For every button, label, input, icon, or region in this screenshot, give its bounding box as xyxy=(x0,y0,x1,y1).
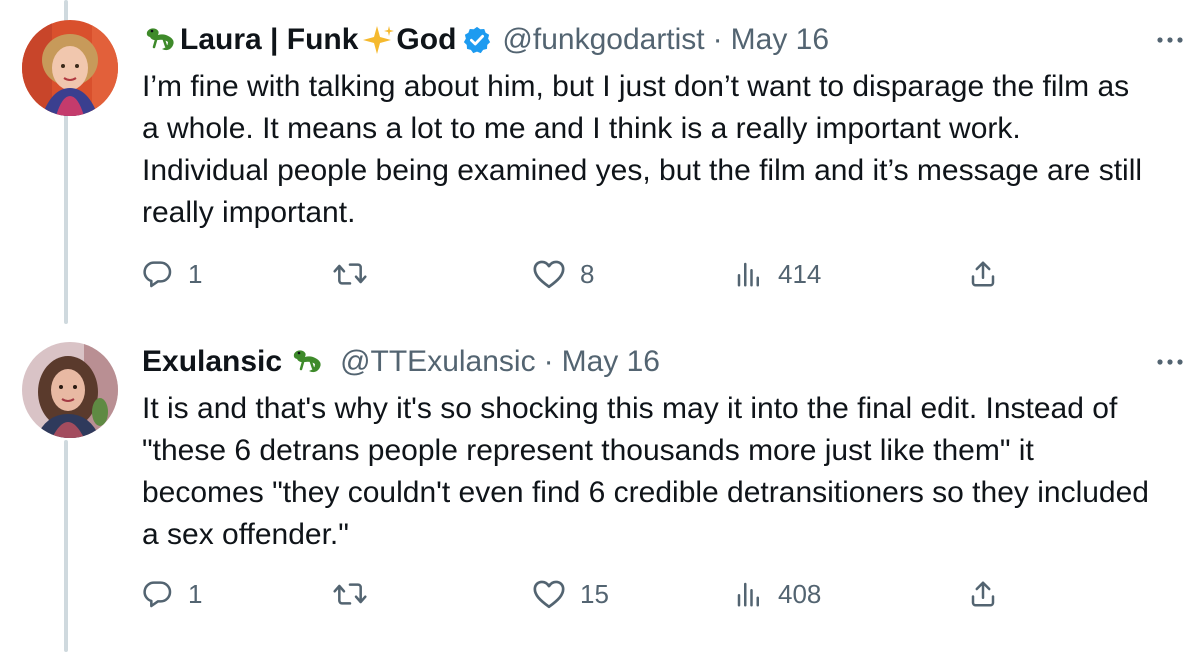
reply-icon xyxy=(142,578,174,610)
like-count: 8 xyxy=(580,258,595,289)
timestamp[interactable]: May 16 xyxy=(562,345,660,379)
like-button[interactable]: 15 xyxy=(532,574,609,614)
thread-line-lower xyxy=(64,440,68,652)
reply-button[interactable]: 1 xyxy=(142,254,202,294)
tweet-body: Laura | Funk God @funkgodartist · May 16 xyxy=(142,16,1183,234)
tweet-body: Exulansic @TTExulansic · May 16 It is an… xyxy=(142,338,1183,556)
views-button[interactable]: 408 xyxy=(734,574,821,614)
reply-count: 1 xyxy=(188,578,203,609)
share-icon xyxy=(968,578,998,610)
tweet-header: Laura | Funk God @funkgodartist · May 16 xyxy=(142,16,1183,64)
views-icon xyxy=(734,579,764,609)
reply-count: 1 xyxy=(188,258,203,289)
share-icon xyxy=(968,258,998,290)
handle[interactable]: @TTExulansic xyxy=(340,345,536,379)
tweet-actions: 1 15 408 xyxy=(142,574,1022,614)
like-count: 15 xyxy=(580,578,609,609)
verified-badge-icon xyxy=(462,25,492,55)
reply-icon xyxy=(142,258,174,290)
views-button[interactable]: 414 xyxy=(734,254,821,294)
like-button[interactable]: 8 xyxy=(532,254,594,294)
separator-dot: · xyxy=(543,345,554,378)
tweet-header: Exulansic @TTExulansic · May 16 xyxy=(142,338,1183,386)
views-icon xyxy=(734,259,764,289)
tweet-actions: 1 8 414 xyxy=(142,254,1022,294)
display-name[interactable]: Exulansic xyxy=(142,345,282,379)
sparkles-emoji-icon xyxy=(360,24,395,56)
share-button[interactable] xyxy=(968,574,998,614)
lizard-emoji-icon xyxy=(144,25,178,55)
timestamp[interactable]: May 16 xyxy=(731,23,829,57)
like-icon xyxy=(532,578,566,610)
handle[interactable]: @funkgodartist xyxy=(502,23,704,57)
tweet-text: It is and that's why it's so shocking th… xyxy=(142,392,1149,551)
retweet-button[interactable] xyxy=(332,574,382,614)
avatar-exulansic[interactable] xyxy=(22,342,118,438)
reply-button[interactable]: 1 xyxy=(142,574,202,614)
lizard-emoji-icon xyxy=(288,347,328,377)
more-options-icon[interactable] xyxy=(1150,22,1190,58)
retweet-button[interactable] xyxy=(332,254,382,294)
tweet-text: I’m fine with talking about him, but I j… xyxy=(142,70,1143,229)
more-options-icon[interactable] xyxy=(1150,344,1190,380)
share-button[interactable] xyxy=(968,254,998,294)
retweet-icon xyxy=(332,578,368,610)
avatar-laura[interactable] xyxy=(22,20,118,116)
display-name-suffix[interactable]: God xyxy=(396,23,456,57)
views-count: 408 xyxy=(778,578,822,609)
like-icon xyxy=(532,258,566,290)
retweet-icon xyxy=(332,258,368,290)
views-count: 414 xyxy=(778,258,822,289)
display-name[interactable]: Laura | Funk xyxy=(180,23,358,57)
separator-dot: · xyxy=(712,23,723,56)
